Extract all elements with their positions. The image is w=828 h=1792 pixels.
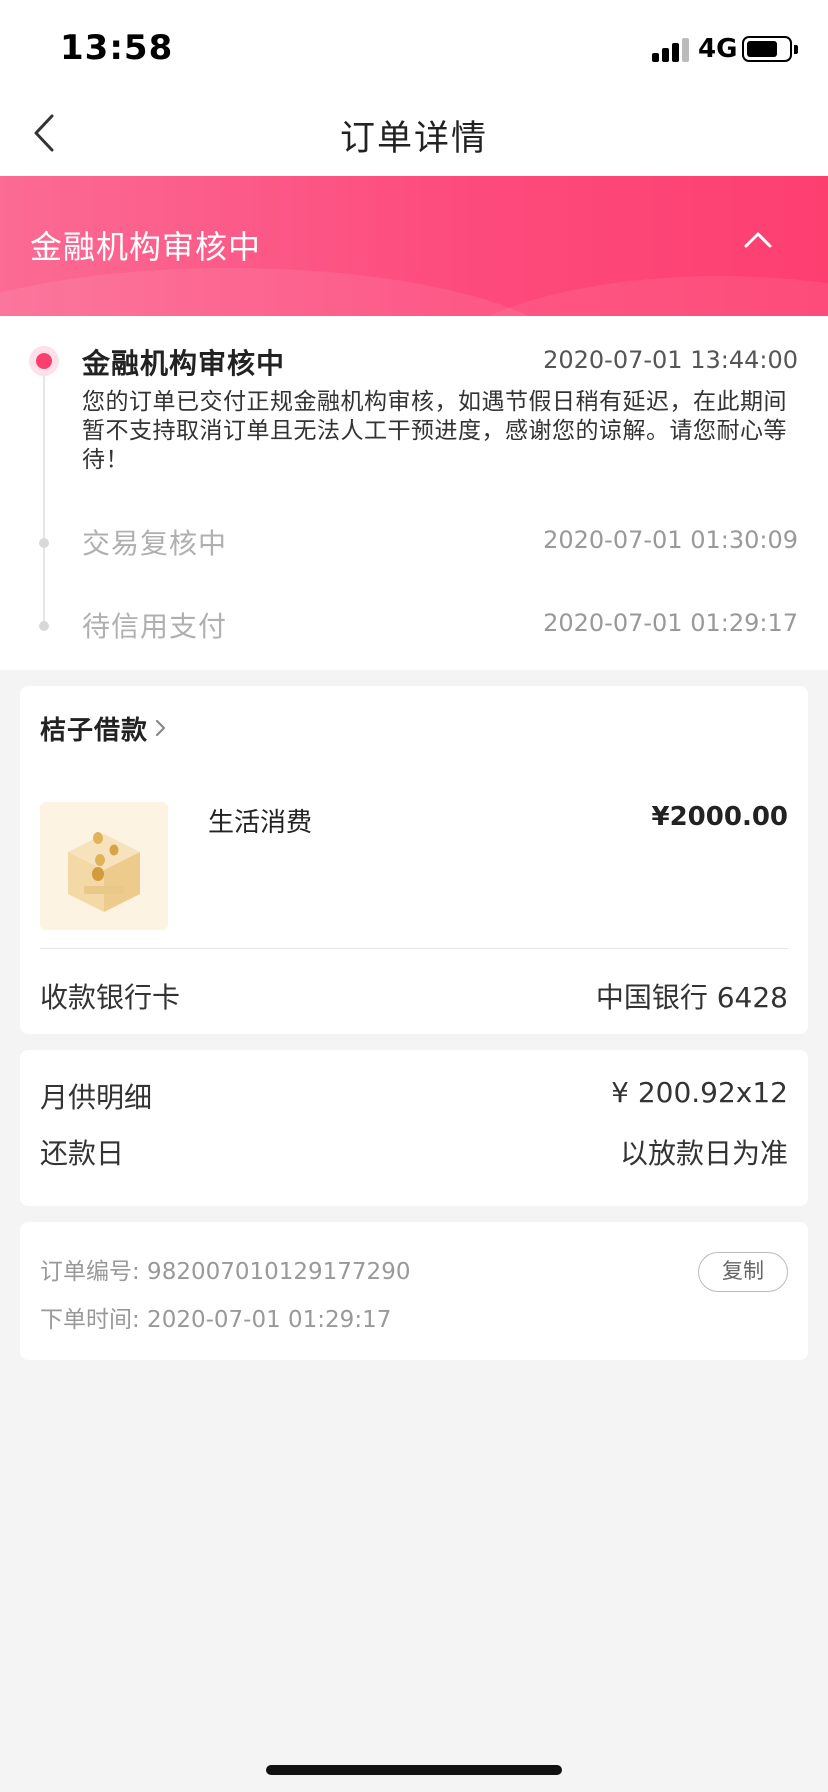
chevron-right-icon[interactable] bbox=[152, 716, 170, 740]
timeline-dot bbox=[39, 621, 49, 631]
product-image bbox=[40, 802, 168, 930]
divider bbox=[40, 948, 788, 949]
collapse-button[interactable] bbox=[740, 222, 776, 258]
coin-box-icon bbox=[40, 802, 168, 930]
order-timeline: 金融机构审核中 2020-07-01 13:44:00 您的订单已交付正规金融机… bbox=[0, 316, 828, 670]
bank-card-value: 中国银行 6428 bbox=[595, 981, 788, 1014]
timeline-line bbox=[43, 362, 45, 628]
status-time: 13:58 bbox=[60, 28, 174, 68]
page-title: 订单详情 bbox=[339, 119, 488, 159]
timeline-title: 交易复核中 bbox=[82, 527, 228, 560]
chevron-up-icon bbox=[744, 232, 772, 248]
timeline-title: 待信用支付 bbox=[82, 610, 228, 643]
copy-button[interactable]: 复制 bbox=[698, 1252, 788, 1292]
timeline-dot-active bbox=[29, 346, 59, 376]
order-info-card: 订单编号: 982007010129177290 下单时间: 2020-07-0… bbox=[20, 1222, 808, 1360]
timeline-title: 金融机构审核中 bbox=[82, 347, 286, 380]
repayment-day-label: 还款日 bbox=[40, 1137, 125, 1170]
monthly-payment-value: ¥ 200.92x12 bbox=[611, 1076, 788, 1109]
status-bar: 13:58 4G bbox=[0, 0, 828, 90]
repayment-card: 月供明细 ¥ 200.92x12 还款日 以放款日为准 bbox=[20, 1050, 808, 1206]
repayment-day-value: 以放款日为准 bbox=[619, 1137, 788, 1170]
order-card: 桔子借款 生活消费 ¥2000.00 收款银行卡 中国银行 6428 bbox=[20, 686, 808, 1034]
merchant-link[interactable]: 桔子借款 bbox=[40, 710, 148, 747]
timeline-time: 2020-07-01 01:29:17 bbox=[543, 609, 798, 637]
order-time: 下单时间: 2020-07-01 01:29:17 bbox=[40, 1307, 392, 1333]
signal-icon bbox=[652, 36, 690, 62]
network-label: 4G bbox=[698, 34, 738, 64]
battery-icon bbox=[742, 36, 798, 62]
bank-card-label: 收款银行卡 bbox=[40, 981, 181, 1014]
nav-bar: 订单详情 bbox=[0, 90, 828, 176]
home-indicator[interactable] bbox=[266, 1765, 562, 1775]
product-price: ¥2000.00 bbox=[651, 802, 788, 832]
timeline-time: 2020-07-01 01:30:09 bbox=[543, 526, 798, 554]
product-name: 生活消费 bbox=[208, 808, 313, 838]
banner-title: 金融机构审核中 bbox=[30, 228, 262, 266]
monthly-payment-label: 月供明细 bbox=[40, 1081, 153, 1114]
timeline-time: 2020-07-01 13:44:00 bbox=[543, 346, 798, 374]
status-banner: 金融机构审核中 bbox=[0, 176, 828, 316]
timeline-description: 您的订单已交付正规金融机构审核，如遇节假日稍有延迟，在此期间暂不支持取消订单且无… bbox=[82, 389, 787, 473]
timeline-dot bbox=[39, 538, 49, 548]
order-number: 订单编号: 982007010129177290 bbox=[40, 1259, 411, 1285]
